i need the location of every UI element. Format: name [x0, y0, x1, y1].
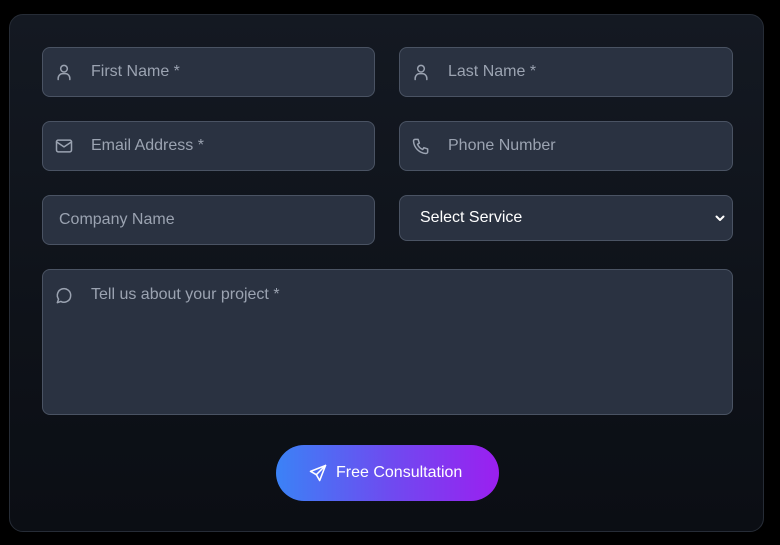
company-name-field[interactable]: Company Name	[42, 195, 375, 245]
free-consultation-button[interactable]: Free Consultation	[276, 445, 499, 501]
chevron-down-icon	[714, 212, 726, 224]
service-select[interactable]: Select Service	[399, 195, 733, 241]
user-icon	[54, 62, 74, 82]
send-icon	[308, 463, 328, 483]
first-name-field[interactable]: First Name *	[42, 47, 375, 97]
company-name-placeholder: Company Name	[59, 211, 175, 228]
first-name-placeholder: First Name *	[91, 63, 180, 80]
user-icon	[411, 62, 431, 82]
project-description-textarea[interactable]: Tell us about your project *	[42, 269, 733, 415]
service-select-value: Select Service	[420, 209, 523, 226]
phone-placeholder: Phone Number	[448, 137, 556, 154]
last-name-placeholder: Last Name *	[448, 63, 537, 80]
phone-field[interactable]: Phone Number	[399, 121, 733, 171]
message-circle-icon	[54, 286, 74, 306]
mail-icon	[54, 136, 74, 156]
project-description-placeholder: Tell us about your project *	[91, 286, 280, 303]
free-consultation-label: Free Consultation	[336, 464, 463, 481]
email-field[interactable]: Email Address *	[42, 121, 375, 171]
last-name-field[interactable]: Last Name *	[399, 47, 733, 97]
email-placeholder: Email Address *	[91, 137, 204, 154]
phone-icon	[411, 136, 431, 156]
